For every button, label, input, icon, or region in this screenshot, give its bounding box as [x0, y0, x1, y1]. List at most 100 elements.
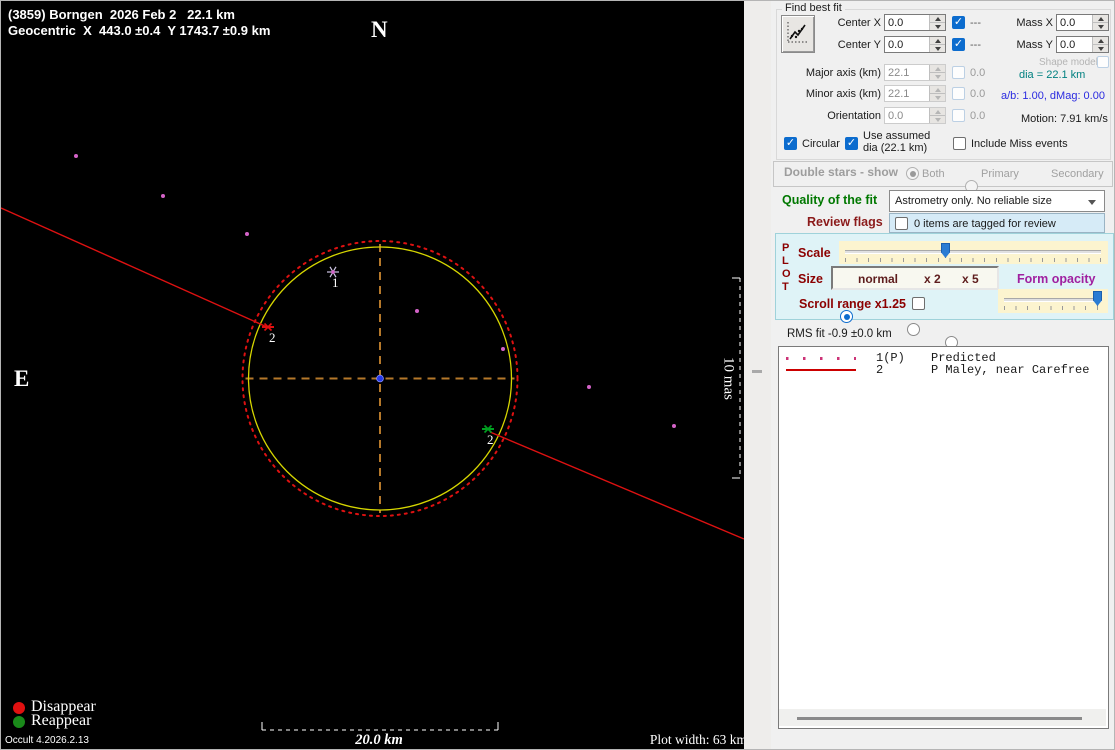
major-axis-err-label: 0.0	[970, 67, 986, 79]
size-normal-radio[interactable]	[840, 310, 853, 323]
spin-up-icon	[930, 108, 945, 115]
plot-letter-o: O	[782, 268, 791, 280]
star-number-label: 1	[332, 275, 339, 290]
orientation-spinner: 0.0	[884, 107, 946, 124]
mass-x-spinner[interactable]: 0.0	[1056, 14, 1109, 31]
shape-model-checkbox	[1097, 56, 1109, 68]
mass-x-label: Mass X	[1016, 17, 1053, 29]
scale-slider-thumb[interactable]	[941, 243, 950, 258]
spin-down-icon	[930, 115, 945, 123]
review-flags-text: 0 items are tagged for review	[914, 218, 1056, 230]
scale-label: Scale	[798, 246, 831, 260]
review-flags-checkbox[interactable]	[895, 217, 908, 230]
occultation-plot-canvas[interactable]	[1, 1, 744, 750]
spin-down-icon[interactable]	[1093, 22, 1108, 30]
double-stars-both-label: Both	[922, 168, 945, 180]
minor-axis-spinner: 22.1	[884, 85, 946, 102]
observation-number[interactable]: 2	[876, 363, 883, 377]
predicted-line-swatch	[786, 357, 856, 360]
spin-up-icon	[930, 65, 945, 72]
size-label: Size	[798, 272, 824, 286]
spin-down-icon[interactable]	[930, 22, 945, 30]
size-x2-radio[interactable]	[907, 323, 920, 336]
size-x2-label: x 2	[924, 272, 941, 286]
splitter-handle[interactable]	[752, 370, 762, 373]
center-x-label: Center X	[837, 17, 881, 29]
run-fit-button[interactable]	[781, 15, 815, 53]
review-flags-box: 0 items are tagged for review	[889, 213, 1105, 233]
center-x-spinner[interactable]: 0.0	[884, 14, 946, 31]
center-y-fixed-label: ---	[970, 39, 981, 51]
size-x5-label: x 5	[962, 272, 979, 286]
spin-up-icon[interactable]	[930, 15, 945, 22]
use-assumed-label-2: dia (22.1 km)	[863, 142, 928, 154]
center-y-label: Center Y	[837, 39, 881, 51]
km-scalebar-label: 20.0 km	[355, 732, 403, 748]
minor-axis-label: Minor axis (km)	[805, 88, 881, 100]
diameter-label: dia = 22.1 km	[1019, 69, 1086, 81]
observation-name[interactable]: P Maley, near Carefree	[931, 363, 1089, 377]
plot-letter-t: T	[782, 281, 789, 293]
center-x-fixed-label: ---	[970, 17, 981, 29]
use-assumed-label-1: Use assumed	[863, 130, 931, 142]
disappear-dot-icon	[13, 702, 25, 714]
double-stars-primary-label: Primary	[981, 168, 1019, 180]
shape-model-label: Shape model	[1039, 57, 1098, 68]
orientation-err-checkbox	[952, 109, 965, 122]
major-axis-err-checkbox	[952, 66, 965, 79]
spin-up-icon[interactable]	[1093, 15, 1108, 22]
mas-scalebar-label: 10 mas	[720, 357, 737, 400]
north-label: N	[371, 17, 388, 42]
circular-label: Circular	[802, 138, 840, 150]
quality-combobox[interactable]: Astrometry only. No reliable size	[889, 190, 1105, 212]
plot-letter-l: L	[782, 255, 789, 267]
scrollbar-thumb[interactable]	[797, 717, 1082, 720]
scroll-range-label: Scroll range x1.25	[799, 297, 907, 311]
find-best-fit-title: Find best fit	[782, 2, 845, 14]
observed-line-swatch	[786, 369, 856, 371]
spin-up-icon[interactable]	[930, 37, 945, 44]
orientation-err-label: 0.0	[970, 110, 986, 122]
center-y-lock-checkbox[interactable]	[952, 38, 965, 51]
fit-chart-icon	[787, 22, 807, 43]
form-opacity-slider-thumb[interactable]	[1093, 291, 1102, 306]
scroll-range-checkbox[interactable]	[912, 297, 925, 310]
mass-y-spinner[interactable]: 0.0	[1056, 36, 1109, 53]
legend-reappear: Reappear	[31, 712, 92, 729]
occultation-plot[interactable]: (3859) Borngen 2026 Feb 2 22.1 km Geocen…	[1, 1, 747, 750]
plot-width-label: Plot width: 63 km	[649, 732, 747, 747]
center-y-spinner[interactable]: 0.0	[884, 36, 946, 53]
scale-slider[interactable]	[839, 241, 1108, 264]
reappear-chord-label: 2	[487, 432, 494, 447]
reappear-dot-icon	[13, 716, 25, 728]
motion-label: Motion: 7.91 km/s	[1021, 113, 1108, 125]
major-axis-spinner: 22.1	[884, 64, 946, 81]
spin-up-icon	[930, 86, 945, 93]
spin-up-icon[interactable]	[1093, 37, 1108, 44]
circular-checkbox[interactable]	[784, 137, 797, 150]
list-horizontal-scrollbar[interactable]	[779, 709, 1106, 726]
form-opacity-slider[interactable]	[998, 289, 1108, 313]
center-x-lock-checkbox[interactable]	[952, 16, 965, 29]
east-label: E	[14, 366, 30, 391]
quality-label: Quality of the fit	[782, 193, 878, 207]
include-miss-checkbox[interactable]	[953, 137, 966, 150]
use-assumed-checkbox[interactable]	[845, 137, 858, 150]
observations-listbox[interactable]: 1(P) Predicted 2 P Maley, near Carefree	[778, 346, 1109, 729]
double-stars-secondary-label: Secondary	[1051, 168, 1104, 180]
spin-down-icon[interactable]	[930, 44, 945, 52]
include-miss-label: Include Miss events	[971, 138, 1068, 150]
chevron-down-icon	[1088, 200, 1096, 205]
spin-down-icon	[930, 72, 945, 80]
plot-title-line1: (3859) Borngen 2026 Feb 2 22.1 km	[8, 7, 235, 22]
occult-window: (3859) Borngen 2026 Feb 2 22.1 km Geocen…	[0, 0, 1115, 750]
orientation-label: Orientation	[827, 110, 881, 122]
disappear-chord-label: 2	[269, 330, 276, 345]
plot-title-line2: Geocentric X 443.0 ±0.4 Y 1743.7 ±0.9 km	[8, 23, 271, 38]
review-flags-label: Review flags	[807, 215, 883, 229]
major-axis-label: Major axis (km)	[805, 67, 881, 79]
splitter-strip[interactable]	[744, 1, 771, 749]
double-stars-both-radio	[906, 167, 919, 180]
spin-down-icon[interactable]	[1093, 44, 1108, 52]
double-stars-title: Double stars - show	[784, 165, 899, 179]
